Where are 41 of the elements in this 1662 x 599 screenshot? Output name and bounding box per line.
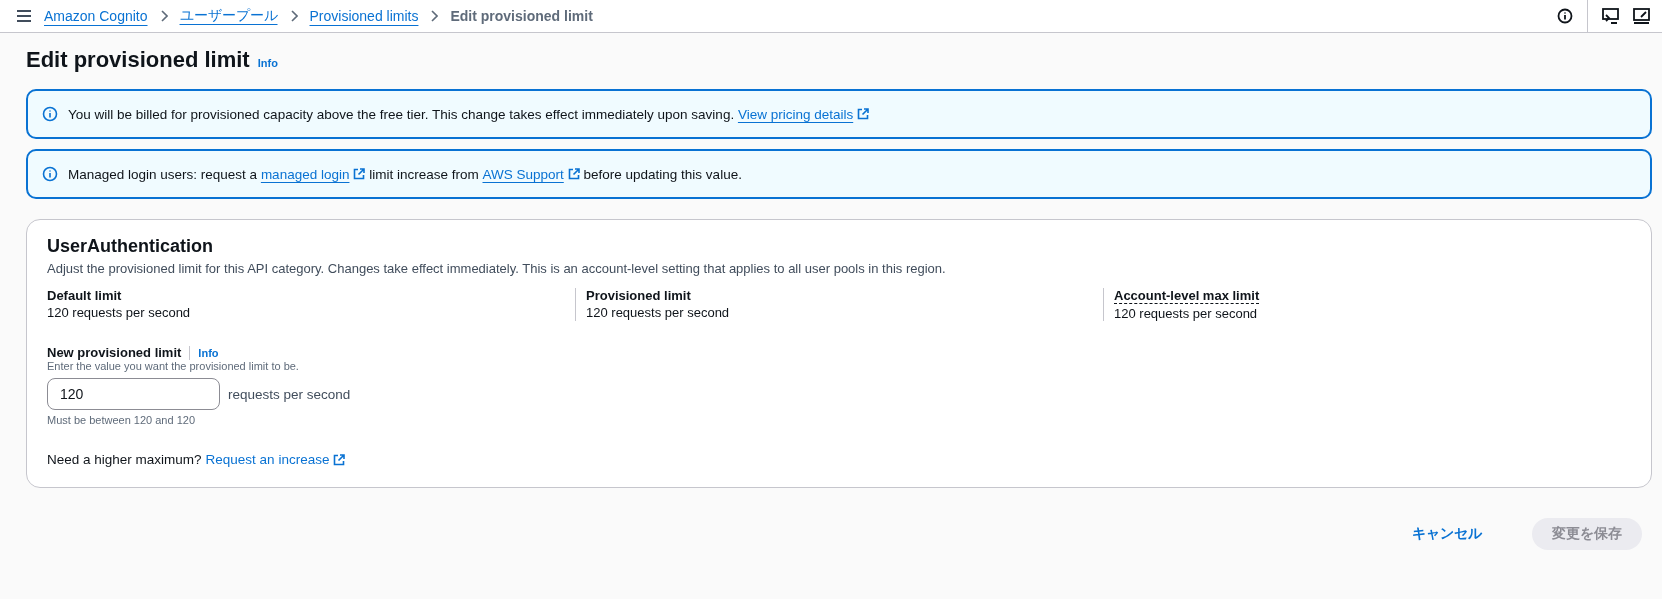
info-icon[interactable]: [1557, 8, 1573, 24]
breadcrumb-link[interactable]: Amazon Cognito: [44, 8, 148, 24]
external-link-icon: [353, 168, 366, 180]
info-link[interactable]: Info: [198, 346, 219, 359]
alert-text: Managed login users: request a managed login limit increase from AWS Support before updating this value.: [68, 166, 742, 182]
unit-label: requests per second: [228, 386, 351, 402]
external-link[interactable]: Request an increase: [205, 452, 346, 467]
external-link[interactable]: AWS Support: [482, 166, 580, 182]
limit-input[interactable]: 120: [47, 378, 220, 410]
limit-value: 120 requests per second: [586, 305, 731, 320]
footer-text: Need a higher maximum?: [47, 452, 202, 467]
card-description: Adjust the provisioned limit for this API category. Changes take effect immediately. This is an account-level setting that applies to all user pools in this region.: [47, 261, 947, 276]
info-link[interactable]: Info: [257, 57, 278, 69]
limit-value: 120 requests per second: [1114, 306, 1259, 321]
chevron-right-icon: [430, 10, 439, 22]
limit-label: Provisioned limit: [586, 288, 691, 303]
breadcrumb-current: Edit provisioned limit: [450, 8, 593, 24]
limit-value: 120 requests per second: [47, 305, 192, 320]
info-icon: [42, 106, 58, 122]
external-link-icon: [333, 453, 346, 466]
info-icon: [42, 166, 58, 182]
cancel-button[interactable]: キャンセル: [1392, 518, 1502, 550]
screen-icon[interactable]: [1602, 7, 1619, 25]
external-link[interactable]: View pricing details: [737, 106, 870, 122]
external-link[interactable]: managed login: [260, 166, 366, 182]
limit-label: Default limit: [47, 288, 122, 303]
chevron-right-icon: [289, 10, 298, 22]
monitor-icon[interactable]: [1633, 7, 1650, 25]
constraint-text: Must be between 120 and 120: [47, 414, 196, 426]
field-label: New provisioned limit: [47, 345, 182, 360]
menu-icon[interactable]: [16, 9, 32, 23]
card-title: UserAuthentication: [47, 236, 215, 257]
breadcrumb-link[interactable]: Provisioned limits: [309, 8, 419, 24]
field-description: Enter the value you want the provisioned limit to be.: [47, 360, 300, 372]
alert-text: You will be billed for provisioned capacity above the free tier. This change takes effect immediately upon saving. View pricing details: [68, 106, 870, 122]
page-title: Edit provisioned limit: [26, 47, 250, 73]
chevron-right-icon: [159, 10, 168, 22]
external-link-icon: [567, 168, 580, 180]
limit-label[interactable]: Account-level max limit: [1114, 288, 1260, 304]
external-link-icon: [857, 108, 870, 120]
breadcrumb-link[interactable]: ユーザープール: [179, 7, 278, 25]
